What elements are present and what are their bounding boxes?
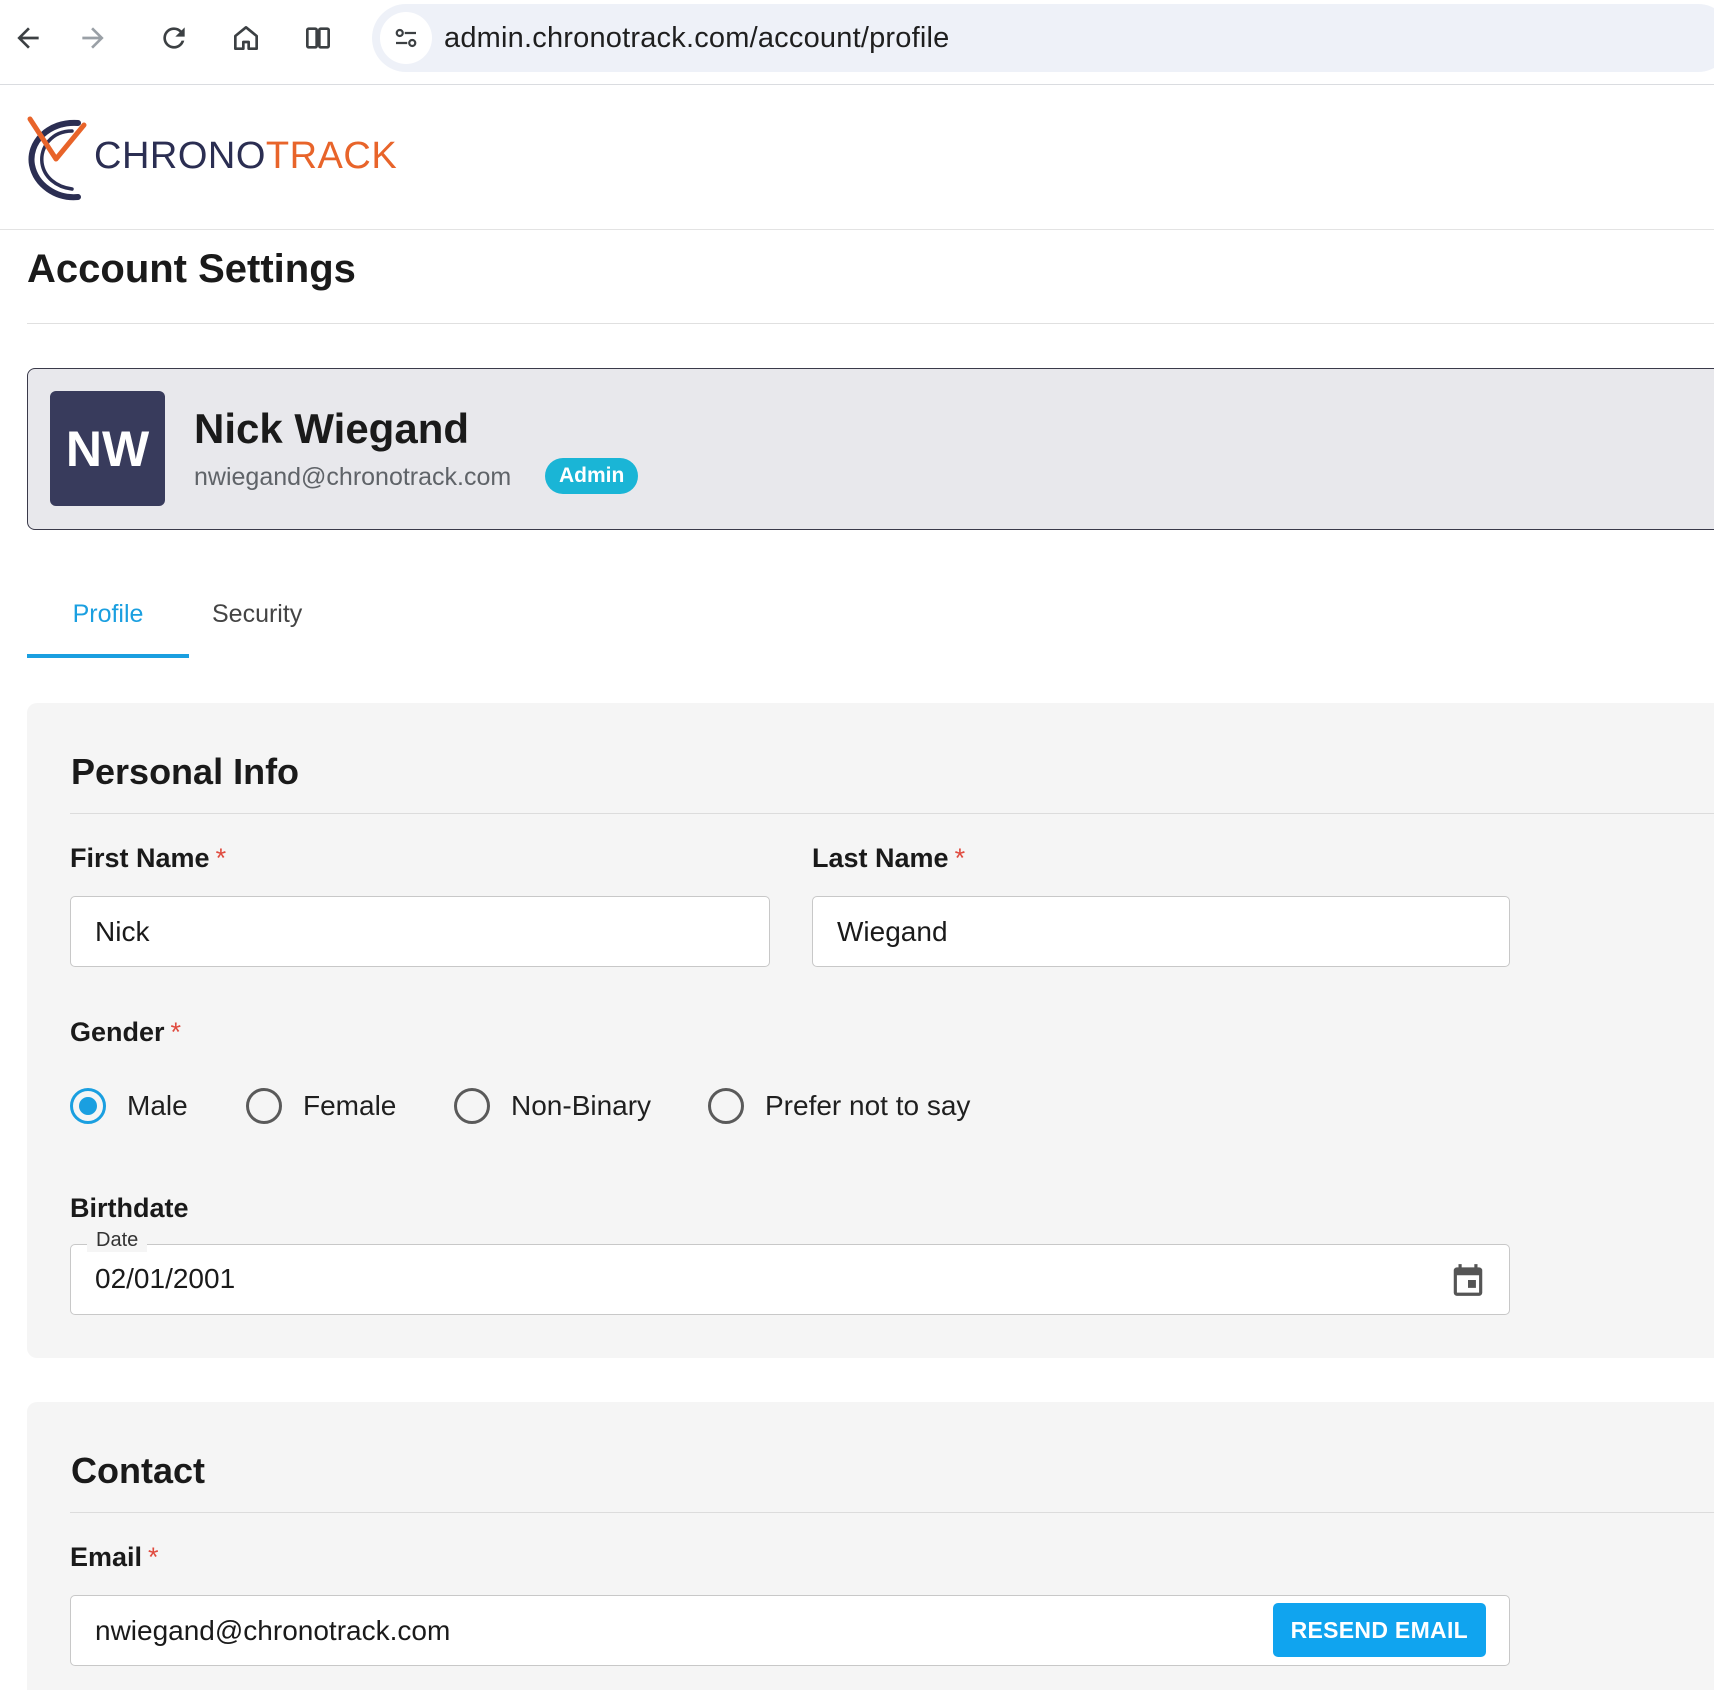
personal-info-title: Personal Info — [71, 751, 300, 792]
gender-label: Gender * — [70, 1017, 182, 1047]
radio-unchecked[interactable] — [246, 1088, 282, 1124]
tab-security[interactable]: Security — [212, 600, 302, 629]
birthdate-label: Birthdate — [70, 1193, 189, 1223]
contact-title: Contact — [71, 1450, 205, 1491]
browser-toolbar: admin.chronotrack.com/account/profile — [0, 0, 1714, 85]
site-header: CHRONOTRACK — [0, 85, 1714, 230]
back-button[interactable] — [4, 14, 52, 62]
gender-option-non-binary[interactable]: Non-Binary — [454, 1083, 651, 1129]
required-marker: * — [148, 1542, 159, 1572]
active-tab-indicator — [27, 654, 189, 658]
forward-button[interactable] — [69, 14, 117, 62]
gender-option-female[interactable]: Female — [246, 1083, 396, 1129]
back-arrow-icon — [17, 27, 39, 49]
site-info-icon — [395, 28, 417, 48]
calendar-icon[interactable] — [1449, 1260, 1487, 1300]
logo-wordmark: CHRONOTRACK — [94, 135, 398, 177]
last-name-input[interactable] — [812, 896, 1510, 967]
personal-info-panel: Personal Info First Name* Last Name* Gen… — [27, 703, 1714, 1358]
radio-label: Female — [303, 1090, 397, 1121]
site-info-button[interactable] — [380, 12, 432, 64]
gender-option-male[interactable]: Male — [70, 1083, 188, 1129]
email-field-wrapper: RESEND EMAIL — [70, 1595, 1510, 1666]
avatar: NW — [50, 391, 165, 506]
radio-label: Prefer not to say — [765, 1090, 971, 1121]
home-button[interactable] — [222, 14, 270, 62]
radio-label: Male — [127, 1090, 188, 1121]
tab-profile[interactable]: Profile — [27, 600, 189, 629]
last-name-label: Last Name * — [812, 843, 966, 873]
url-text[interactable]: admin.chronotrack.com/account/profile — [444, 22, 949, 55]
address-bar[interactable]: admin.chronotrack.com/account/profile — [372, 4, 1714, 72]
first-name-label: First Name * — [70, 843, 227, 873]
forward-arrow-icon — [82, 27, 104, 49]
split-view-icon — [306, 27, 330, 49]
home-icon — [234, 26, 258, 50]
reload-icon — [163, 27, 185, 49]
required-marker: * — [954, 843, 966, 873]
required-marker: * — [215, 843, 227, 873]
section-divider — [70, 1512, 1714, 1513]
resend-email-button[interactable]: RESEND EMAIL — [1272, 1603, 1486, 1657]
profile-summary-card: NW Nick Wiegand nwiegand@chronotrack.com… — [27, 368, 1714, 530]
required-marker: * — [170, 1017, 182, 1047]
contact-panel: Contact Email* RESEND EMAIL — [27, 1402, 1714, 1690]
radio-unchecked[interactable] — [454, 1088, 490, 1124]
radio-label: Non-Binary — [511, 1090, 652, 1121]
first-name-input[interactable] — [70, 896, 770, 967]
title-divider — [27, 323, 1714, 324]
section-divider — [70, 813, 1714, 814]
page-title: Account Settings — [27, 247, 356, 291]
split-view-button[interactable] — [294, 14, 342, 62]
date-legend: Date — [87, 1229, 148, 1252]
birthdate-input[interactable]: Date 02/01/2001 — [70, 1229, 1510, 1315]
profile-name: Nick Wiegand — [194, 405, 470, 452]
reload-button[interactable] — [150, 14, 198, 62]
email-label: Email * — [70, 1542, 159, 1572]
role-badge: Admin — [545, 458, 639, 494]
birthdate-value: 02/01/2001 — [95, 1263, 236, 1294]
chronotrack-logo[interactable]: CHRONOTRACK — [26, 113, 397, 203]
radio-unchecked[interactable] — [708, 1088, 744, 1124]
radio-checked[interactable] — [70, 1088, 106, 1124]
profile-email: nwiegand@chronotrack.com — [194, 463, 512, 491]
gender-option-prefer-not-to-say[interactable]: Prefer not to say — [708, 1083, 970, 1129]
